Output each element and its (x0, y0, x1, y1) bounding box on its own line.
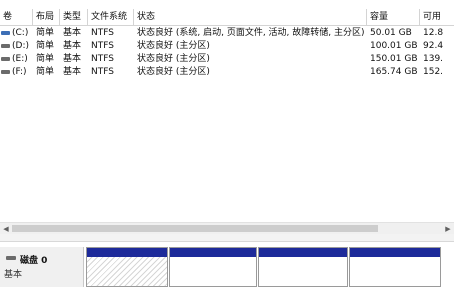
scroll-left-icon[interactable]: ◀ (1, 224, 11, 234)
filesystem-cell: NTFS (91, 67, 114, 77)
drive-icon (1, 70, 10, 74)
volume-name: (C:) (12, 28, 29, 38)
free-cell: 139. (423, 54, 444, 64)
disk-type: 基本 (4, 270, 23, 280)
free-cell: 92.4 (423, 41, 444, 51)
volume-row-e[interactable]: (E:) 简单 基本 NTFS 状态良好 (主分区) 150.01 GB 139… (0, 53, 454, 65)
partition-d[interactable] (169, 247, 257, 287)
column-header-capacity[interactable]: 容量 (367, 9, 420, 26)
volume-cell: (F:) (0, 66, 33, 78)
partition-e[interactable] (258, 247, 348, 287)
type-cell: 基本 (63, 41, 82, 51)
layout-cell: 简单 (36, 41, 55, 51)
scroll-right-icon[interactable]: ▶ (443, 224, 453, 234)
capacity-cell: 150.01 GB (370, 54, 418, 64)
free-cell: 12.8 (423, 28, 444, 38)
partition-header-bar (259, 248, 347, 257)
column-header-row: 卷 布局 类型 文件系统 状态 容量 可用 (0, 9, 454, 26)
volume-name: (D:) (12, 41, 29, 51)
disk-icon (6, 256, 16, 260)
drive-icon (1, 44, 10, 48)
volume-cell: (D:) (0, 40, 33, 52)
type-cell: 基本 (63, 28, 82, 38)
disk-graph-pane: 磁盘 0 基本 (0, 242, 454, 287)
capacity-cell: 100.01 GB (370, 41, 418, 51)
disk-title: 磁盘 0 (20, 256, 48, 266)
column-header-layout[interactable]: 布局 (33, 9, 60, 26)
status-cell: 状态良好 (系统, 启动, 页面文件, 活动, 故障转储, 主分区) (137, 28, 365, 38)
volume-row-c[interactable]: (C:) 简单 基本 NTFS 状态良好 (系统, 启动, 页面文件, 活动, … (0, 27, 454, 39)
horizontal-scrollbar[interactable]: ◀ ▶ (0, 222, 454, 234)
volume-cell: (E:) (0, 53, 33, 65)
filesystem-cell: NTFS (91, 28, 114, 38)
scrollbar-thumb[interactable] (12, 225, 378, 232)
layout-cell: 简单 (36, 54, 55, 64)
free-cell: 152. (423, 67, 444, 77)
type-cell: 基本 (63, 67, 82, 77)
volume-row-f[interactable]: (F:) 简单 基本 NTFS 状态良好 (主分区) 165.74 GB 152… (0, 66, 454, 78)
status-cell: 状态良好 (主分区) (137, 54, 210, 64)
volume-name: (E:) (12, 54, 28, 64)
layout-cell: 简单 (36, 67, 55, 77)
partition-selected-hatch (87, 257, 167, 286)
column-header-type[interactable]: 类型 (60, 9, 88, 26)
drive-icon (1, 31, 10, 35)
type-cell: 基本 (63, 54, 82, 64)
column-header-volume[interactable]: 卷 (0, 9, 33, 26)
disk-label-panel[interactable]: 磁盘 0 基本 (0, 247, 84, 287)
column-header-free[interactable]: 可用 (420, 9, 454, 26)
status-cell: 状态良好 (主分区) (137, 67, 210, 77)
drive-icon (1, 57, 10, 61)
column-header-filesystem[interactable]: 文件系统 (88, 9, 134, 26)
partition-c[interactable] (86, 247, 168, 287)
filesystem-cell: NTFS (91, 41, 114, 51)
column-header-status[interactable]: 状态 (134, 9, 367, 26)
capacity-cell: 165.74 GB (370, 67, 418, 77)
volume-list: 卷 布局 类型 文件系统 状态 容量 可用 (C:) 简单 基本 NTFS 状态… (0, 0, 454, 222)
volume-cell: (C:) (0, 27, 33, 39)
partition-header-bar (87, 248, 167, 257)
volume-name: (F:) (12, 67, 27, 77)
pane-splitter[interactable] (0, 234, 454, 242)
layout-cell: 简单 (36, 28, 55, 38)
filesystem-cell: NTFS (91, 54, 114, 64)
partition-header-bar (350, 248, 440, 257)
capacity-cell: 50.01 GB (370, 28, 412, 38)
status-cell: 状态良好 (主分区) (137, 41, 210, 51)
partition-f[interactable] (349, 247, 441, 287)
volume-row-d[interactable]: (D:) 简单 基本 NTFS 状态良好 (主分区) 100.01 GB 92.… (0, 40, 454, 52)
partition-header-bar (170, 248, 256, 257)
